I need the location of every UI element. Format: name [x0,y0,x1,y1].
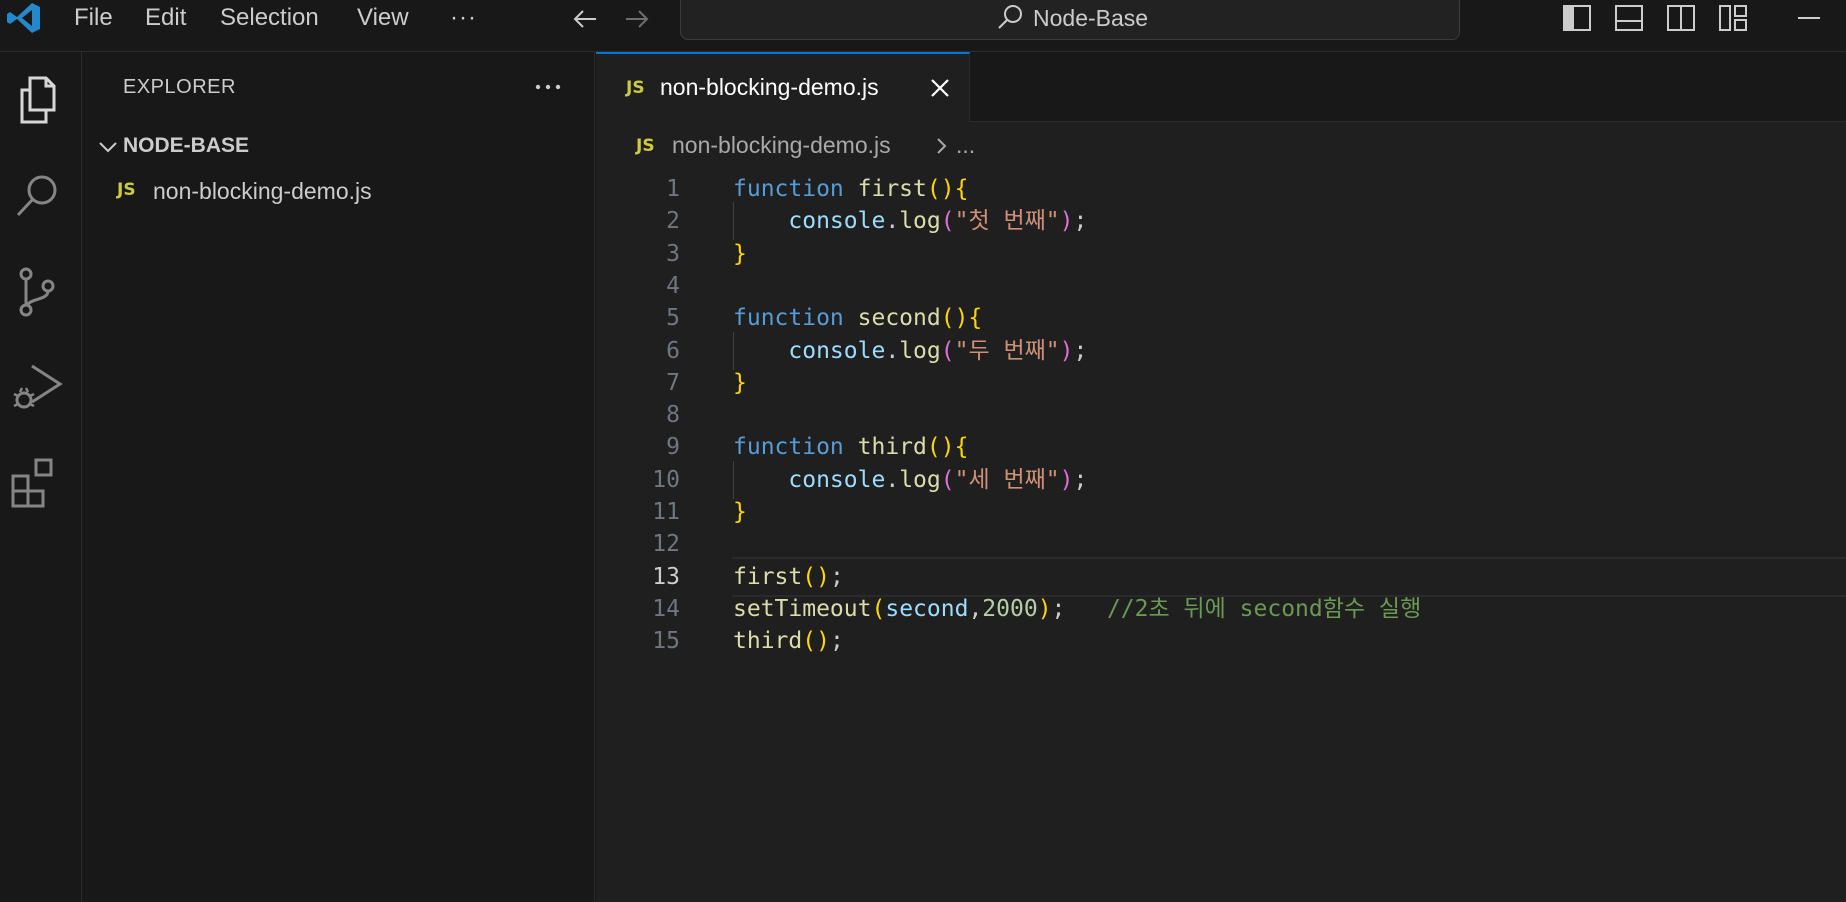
code-text: third(); [733,628,844,655]
line-number: 15 [652,628,680,655]
activity-bar [0,52,82,902]
search-icon[interactable] [10,170,66,226]
tab-non-blocking-demo[interactable]: JS non-blocking-demo.js [596,52,970,122]
extensions-icon[interactable] [10,454,66,510]
menu-more[interactable]: ··· [450,2,477,34]
toggle-primary-sidebar-icon[interactable] [1560,2,1594,34]
code-line-15[interactable]: 15 third(); [596,622,1846,660]
menu-edit[interactable]: Edit [145,2,186,34]
search-icon [998,5,1022,29]
vscode-logo-icon[interactable] [6,2,42,34]
js-file-icon: JS [636,136,655,156]
folder-node-base[interactable]: NODE-BASE [95,132,590,162]
menu-file[interactable]: File [74,2,113,34]
breadcrumb-file[interactable]: non-blocking-demo.js [672,132,891,159]
breadcrumb: JS non-blocking-demo.js ... [596,122,1846,170]
chevron-right-icon [937,138,947,154]
tab-label: non-blocking-demo.js [660,74,879,100]
source-control-icon[interactable] [10,264,66,320]
file-name: non-blocking-demo.js [153,178,372,204]
explorer-title: EXPLORER [123,76,236,98]
editor-tab-bar: JS non-blocking-demo.js [596,52,1846,122]
title-bar: File Edit Selection View ··· Node-Base [0,0,1846,52]
run-debug-icon[interactable] [10,358,66,414]
more-actions-icon[interactable] [531,72,565,102]
breadcrumb-symbols[interactable]: ... [956,132,975,159]
back-arrow-icon[interactable] [570,4,600,34]
code-editor[interactable]: 1 function first(){2 console.log("첫 번째");… [596,170,1846,902]
command-center-search[interactable]: Node-Base [680,0,1460,40]
js-file-icon: JS [117,180,136,200]
menu-selection[interactable]: Selection [220,2,319,34]
file-item[interactable]: JS non-blocking-demo.js [83,174,593,210]
menu-view[interactable]: View [357,2,409,34]
folder-name: NODE-BASE [123,134,250,157]
close-icon[interactable] [926,74,954,102]
forward-arrow-icon[interactable] [622,4,652,34]
explorer-sidebar: EXPLORER NODE-BASE JS non-blocking-demo.… [83,52,595,902]
files-icon[interactable] [10,72,66,128]
toggle-secondary-sidebar-icon[interactable] [1664,2,1698,34]
js-file-icon: JS [626,78,645,98]
workspace-name: Node-Base [1033,5,1149,31]
minimize-icon[interactable] [1794,2,1824,32]
toggle-panel-icon[interactable] [1612,2,1646,34]
customize-layout-icon[interactable] [1716,2,1750,34]
chevron-down-icon [99,142,117,153]
